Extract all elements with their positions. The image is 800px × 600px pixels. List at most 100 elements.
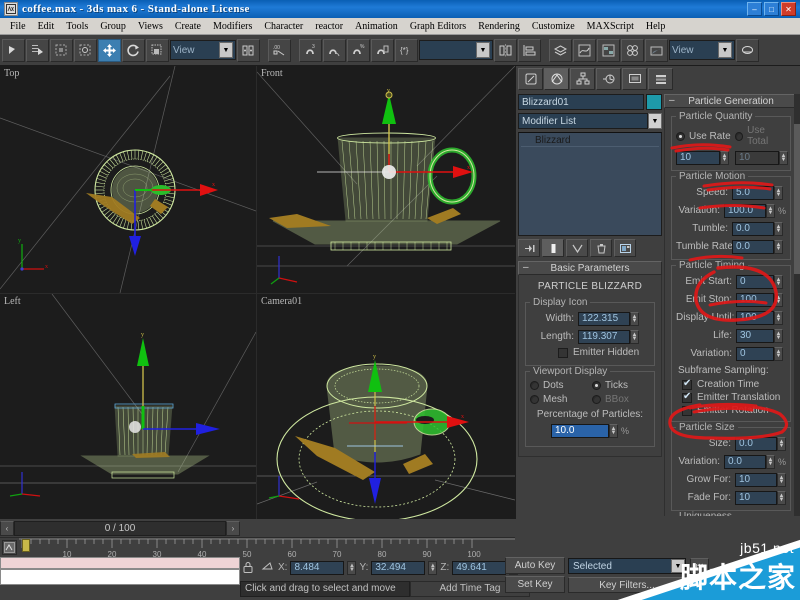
layer-manager-button[interactable] (549, 39, 572, 62)
subframe-emitter-rotation-checkbox[interactable]: Emitter Rotation (676, 405, 786, 416)
variation-spinner[interactable]: 100.0 ▲▼ (724, 204, 775, 218)
tumble-spinner[interactable]: 0.0 ▲▼ (732, 222, 783, 236)
spinner-arrows-icon[interactable]: ▲▼ (777, 491, 786, 505)
emit-start-spinner[interactable]: 0 ▲▼ (736, 275, 783, 289)
curve-editor-button[interactable] (573, 39, 596, 62)
spinner-arrows-icon[interactable]: ▲▼ (630, 312, 639, 326)
subframe-emitter-translation-checkbox[interactable]: Emitter Translation (676, 392, 786, 403)
menu-item-graph-editors[interactable]: Graph Editors (404, 20, 472, 33)
spinner-arrows-icon[interactable]: ▲▼ (774, 222, 783, 236)
show-end-result-icon[interactable] (542, 239, 564, 257)
checkbox-box[interactable] (682, 406, 692, 416)
next-frame-button[interactable]: › (226, 521, 240, 536)
quantity-option-use-rate[interactable]: Use Rate (676, 125, 735, 147)
size-spinner[interactable]: 0.0 ▲▼ (735, 437, 786, 451)
select-and-rotate-button[interactable] (122, 39, 145, 62)
minimize-button[interactable]: – (747, 2, 762, 16)
app-system-icon[interactable] (4, 2, 18, 16)
life-variation-spinner[interactable]: 0 ▲▼ (736, 347, 783, 361)
motion-tab[interactable] (596, 68, 621, 90)
menu-item-modifiers[interactable]: Modifiers (207, 20, 258, 33)
modifier-list-dropdown[interactable]: Modifier List ▼ (518, 113, 662, 129)
viewport-top[interactable]: x y x Top (0, 66, 256, 293)
absolute-relative-mode-icon[interactable] (259, 560, 275, 576)
viewport-camera01[interactable]: y x Camera01 (257, 294, 515, 519)
spinner-arrows-icon[interactable]: ▲▼ (777, 473, 786, 487)
display-until-spinner[interactable]: 100 ▲▼ (736, 311, 783, 325)
object-name-input[interactable]: Blizzard01 (518, 94, 644, 110)
display-until-value[interactable]: 100 (736, 311, 774, 325)
material-editor-button[interactable] (621, 39, 644, 62)
menu-item-animation[interactable]: Animation (349, 20, 404, 33)
radio-dot[interactable] (676, 132, 685, 141)
spinner-arrows-icon[interactable]: ▲▼ (774, 293, 783, 307)
window-crossing-toggle-button[interactable] (74, 39, 97, 62)
hierarchy-tab[interactable] (570, 68, 595, 90)
emit-stop-spinner[interactable]: 100 ▲▼ (736, 293, 783, 307)
menu-item-tools[interactable]: Tools (60, 20, 94, 33)
spinner-arrows-icon[interactable]: ▲▼ (766, 204, 775, 218)
set-key-button[interactable]: Set Key (505, 576, 565, 593)
basic-parameters-header[interactable]: – Basic Parameters (518, 261, 662, 275)
y-coordinate-input[interactable]: 32.494 (371, 561, 425, 575)
frame-display[interactable]: 0 / 100 (14, 521, 226, 536)
prev-frame-button[interactable]: ‹ (0, 521, 14, 536)
scrollbar-thumb[interactable] (794, 124, 800, 274)
rectangular-select-region-button[interactable] (50, 39, 73, 62)
spinner-arrows-icon[interactable]: ▲▼ (774, 329, 783, 343)
quick-render-button[interactable] (736, 39, 759, 62)
size-variation-spinner[interactable]: 0.0 ▲▼ (724, 455, 775, 469)
spinner-arrows-icon[interactable]: ▲▼ (428, 561, 437, 575)
spinner-arrows-icon[interactable]: ▲▼ (774, 347, 783, 361)
emit-stop-value[interactable]: 100 (736, 293, 774, 307)
undo-button[interactable] (2, 39, 25, 62)
maximize-button[interactable]: □ (764, 2, 779, 16)
time-ruler[interactable]: 102030 405060 708090 100 (19, 538, 515, 557)
fade-for-value[interactable]: 10 (735, 491, 777, 505)
display-option-mesh[interactable]: Mesh (530, 394, 592, 405)
rate-value[interactable]: 10 (676, 151, 720, 165)
spinner-arrows-icon[interactable]: ▲▼ (347, 561, 356, 575)
mirror-button[interactable] (494, 39, 517, 62)
chevron-down-icon[interactable]: ▼ (718, 42, 732, 58)
remove-modifier-icon[interactable] (590, 239, 612, 257)
select-by-name-button[interactable] (26, 39, 49, 62)
menu-item-create[interactable]: Create (169, 20, 207, 33)
speed-spinner[interactable]: 5.0 ▲▼ (732, 186, 783, 200)
viewport-front[interactable]: y x Front (257, 66, 515, 293)
spinner-arrows-icon[interactable]: ▲▼ (774, 240, 783, 254)
spinner-arrows-icon[interactable]: ▲▼ (720, 151, 729, 165)
menu-item-maxscript[interactable]: MAXScript (581, 20, 640, 33)
display-tab[interactable] (622, 68, 647, 90)
speed-value[interactable]: 5.0 (732, 186, 774, 200)
macro-recorder-bar[interactable] (0, 569, 240, 585)
particle-generation-header[interactable]: – Particle Generation (664, 94, 798, 108)
rollout-collapse-icon[interactable]: – (669, 95, 675, 107)
pin-stack-icon[interactable] (518, 239, 540, 257)
checkbox-box[interactable] (682, 393, 692, 403)
make-unique-icon[interactable] (566, 239, 588, 257)
schematic-view-button[interactable] (597, 39, 620, 62)
menu-item-file[interactable]: File (4, 20, 32, 33)
emit-start-value[interactable]: 0 (736, 275, 774, 289)
size-value[interactable]: 0.0 (735, 437, 777, 451)
menu-item-help[interactable]: Help (640, 20, 671, 33)
subframe-creation-time-checkbox[interactable]: Creation Time (676, 379, 786, 390)
life-spinner[interactable]: 30 ▲▼ (736, 329, 783, 343)
menu-item-character[interactable]: Character (258, 20, 309, 33)
tumble-value[interactable]: 0.0 (732, 222, 774, 236)
menu-item-edit[interactable]: Edit (32, 20, 61, 33)
rate-spinner[interactable]: 10 ▲▼ (676, 151, 729, 165)
use-pivot-point-center-button[interactable] (237, 39, 260, 62)
named-selection-set-field[interactable]: ▼ (419, 40, 493, 60)
create-tab[interactable] (518, 68, 543, 90)
grow-for-value[interactable]: 10 (735, 473, 777, 487)
z-coordinate-input[interactable]: 49.641 (452, 561, 506, 575)
menu-item-group[interactable]: Group (94, 20, 132, 33)
utilities-tab[interactable] (648, 68, 673, 90)
spinner-arrows-icon[interactable]: ▲▼ (609, 424, 618, 438)
menu-item-views[interactable]: Views (132, 20, 169, 33)
chevron-down-icon[interactable]: ▼ (648, 113, 662, 129)
snap-toggle-2d-button[interactable]: 3 (299, 39, 322, 62)
spinner-arrows-icon[interactable]: ▲▼ (774, 275, 783, 289)
